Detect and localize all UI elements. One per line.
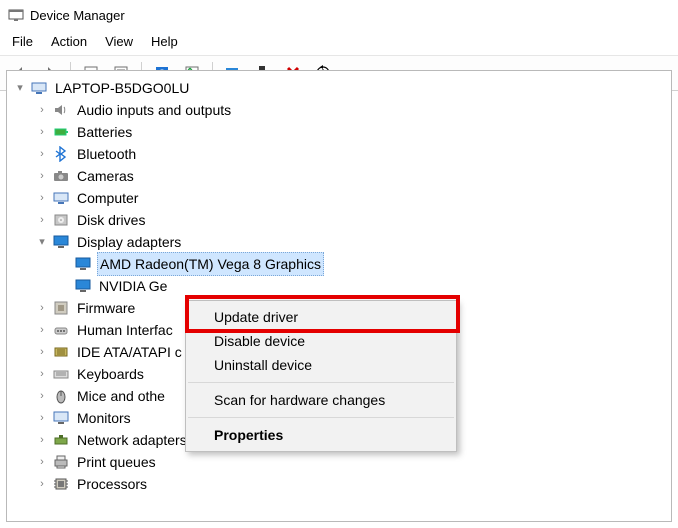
context-update-driver[interactable]: Update driver [186,305,456,329]
display-icon [75,256,91,272]
tree-category-label: Monitors [75,407,133,429]
tree-category-label: Mice and othe [75,385,167,407]
printer-icon [53,454,69,470]
ide-icon [53,344,69,360]
menu-view[interactable]: View [105,34,133,49]
tree-category[interactable]: › Computer [11,187,667,209]
cpu-icon [53,476,69,492]
tree-device[interactable]: NVIDIA Ge [11,275,667,297]
tree-category-label: Processors [75,473,149,495]
tree-category-label: Display adapters [75,231,183,253]
tree-category-label: Keyboards [75,363,146,385]
tree-expand-icon[interactable]: › [35,451,49,473]
tree-expand-icon[interactable]: › [35,319,49,341]
tree-category[interactable]: › Cameras [11,165,667,187]
tree-category-label: Print queues [75,451,158,473]
display-icon [75,278,91,294]
battery-icon [53,124,69,140]
tree-category[interactable]: › Processors [11,473,667,495]
tree-expand-icon[interactable]: › [35,429,49,451]
context-menu: Update driver Disable device Uninstall d… [185,300,457,452]
tree-expand-icon[interactable]: › [35,165,49,187]
tree-device-label: NVIDIA Ge [97,275,169,297]
tree-root-label: LAPTOP-B5DGO0LU [53,77,191,99]
tree-expand-icon[interactable]: › [35,187,49,209]
tree-expand-icon[interactable]: › [35,297,49,319]
tree-expand-icon[interactable]: › [35,99,49,121]
tree-expand-icon[interactable]: › [35,121,49,143]
tree-expand-icon[interactable]: › [35,341,49,363]
network-icon [53,432,69,448]
menu-action[interactable]: Action [51,34,87,49]
tree-panel: ▾LAPTOP-B5DGO0LU›Audio inputs and output… [6,70,672,522]
tree-category[interactable]: › Print queues [11,451,667,473]
mouse-icon [53,388,69,404]
tree-collapse-icon[interactable]: ▾ [13,77,27,99]
tree-category[interactable]: › Bluetooth [11,143,667,165]
tree-category[interactable]: ▾ Display adapters [11,231,667,253]
tree-category-label: Computer [75,187,140,209]
tree-category-label: Disk drives [75,209,147,231]
audio-icon [53,102,69,118]
camera-icon [53,168,69,184]
context-properties[interactable]: Properties [186,423,456,447]
context-separator [188,382,454,383]
tree-category[interactable]: › Audio inputs and outputs [11,99,667,121]
titlebar: Device Manager [0,0,678,30]
tree-device[interactable]: AMD Radeon(TM) Vega 8 Graphics [11,253,667,275]
hid-icon [53,322,69,338]
tree-category-label: Bluetooth [75,143,138,165]
keyboard-icon [53,366,69,382]
context-uninstall-device[interactable]: Uninstall device [186,353,456,377]
computer-icon [31,80,47,96]
menu-file[interactable]: File [12,34,33,49]
tree-device-label: AMD Radeon(TM) Vega 8 Graphics [97,252,324,276]
tree-category-label: Firmware [75,297,137,319]
menu-bar: File Action View Help [0,30,678,55]
tree-category-label: Network adapters [75,429,189,451]
tree-expand-icon[interactable]: › [35,143,49,165]
tree-expand-icon[interactable]: › [35,473,49,495]
computer-icon [53,190,69,206]
app-icon [8,7,24,23]
tree-category-label: IDE ATA/ATAPI c [75,341,184,363]
tree-collapse-icon[interactable]: ▾ [35,231,49,253]
tree-expand-icon[interactable]: › [35,209,49,231]
context-scan-hardware[interactable]: Scan for hardware changes [186,388,456,412]
tree-expand-icon[interactable]: › [35,363,49,385]
monitor-icon [53,410,69,426]
firmware-icon [53,300,69,316]
window-title: Device Manager [30,8,125,23]
tree-category-label: Batteries [75,121,134,143]
menu-help[interactable]: Help [151,34,178,49]
disk-icon [53,212,69,228]
tree-category[interactable]: › Disk drives [11,209,667,231]
device-manager-window: Device Manager File Action View Help ? ▾… [0,0,678,528]
tree-category-label: Audio inputs and outputs [75,99,233,121]
context-disable-device[interactable]: Disable device [186,329,456,353]
tree-expand-icon[interactable]: › [35,385,49,407]
context-separator [188,417,454,418]
tree-category-label: Human Interfac [75,319,175,341]
tree-category[interactable]: › Batteries [11,121,667,143]
tree-root[interactable]: ▾ LAPTOP-B5DGO0LU [11,77,667,99]
tree-expand-icon[interactable]: › [35,407,49,429]
display-icon [53,234,69,250]
bluetooth-icon [53,146,69,162]
tree-category-label: Cameras [75,165,136,187]
